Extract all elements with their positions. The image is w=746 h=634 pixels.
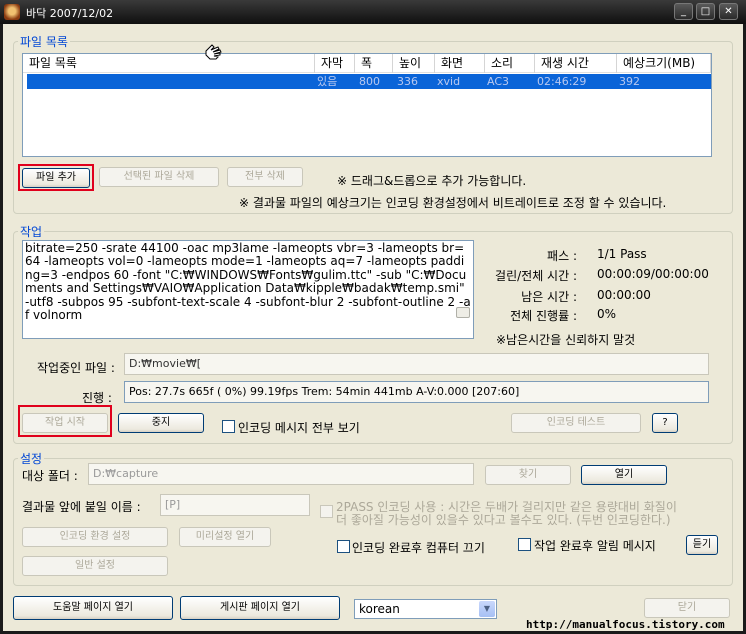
twopass-checkbox[interactable] (320, 505, 333, 518)
language-select[interactable]: korean ▼ (354, 599, 497, 619)
target-folder-field: D:₩capture (88, 463, 474, 485)
find-button[interactable]: 찾기 (485, 465, 571, 485)
elapsed-value: 00:00:09/00:00:00 (597, 267, 709, 281)
help-page-button[interactable]: 도움말 페이지 열기 (13, 596, 173, 620)
pass-value: 1/1 Pass (597, 247, 647, 261)
chevron-down-icon[interactable]: ▼ (479, 601, 495, 617)
delete-all-button[interactable]: 전부 삭제 (227, 167, 303, 187)
board-page-button[interactable]: 게시판 페이지 열기 (180, 596, 340, 620)
notify-checkbox[interactable] (518, 538, 531, 551)
file-list-header: 파일 목록 자막 폭 높이 화면 소리 재생 시간 예상크기(MB) (23, 54, 711, 73)
command-output[interactable]: bitrate=250 -srate 44100 -oac mp3lame -l… (22, 240, 474, 339)
encode-settings-button[interactable]: 인코딩 환경 설정 (22, 527, 168, 547)
minimize-icon[interactable]: _ (674, 3, 693, 20)
column-header-name[interactable]: 파일 목록 (23, 54, 315, 73)
pass-label: 패스 : (547, 249, 577, 263)
remaining-value: 00:00:00 (597, 288, 651, 302)
progress-field: Pos: 27.7s 665f ( 0%) 99.19fps Trem: 54m… (124, 381, 709, 403)
show-all-messages-label: 인코딩 메시지 전부 보기 (238, 421, 360, 435)
close-button[interactable]: 닫기 (644, 598, 730, 618)
column-header-subtitle[interactable]: 자막 (315, 54, 355, 73)
row-width: 800 (359, 75, 380, 88)
language-value: korean (359, 602, 400, 616)
elapsed-label: 걸린/전체 시간 : (495, 269, 577, 283)
file-list-view[interactable]: 파일 목록 자막 폭 높이 화면 소리 재생 시간 예상크기(MB) 있음 80… (22, 53, 712, 157)
work-group-title: 작업 (18, 223, 45, 240)
add-file-button[interactable]: 파일 추가 (22, 168, 90, 188)
footer-url: http://manualfocus.tistory.com (526, 618, 725, 631)
general-settings-button[interactable]: 일반 설정 (22, 556, 168, 576)
shutdown-checkbox[interactable] (337, 540, 350, 553)
shutdown-label: 인코딩 완료후 컴퓨터 끄기 (352, 541, 485, 555)
remaining-note: ※남은시간을 신뢰하지 말것 (496, 333, 636, 347)
progress-label: 진행 : (82, 391, 112, 405)
prefix-label: 결과물 앞에 붙일 이름 : (22, 500, 141, 514)
column-header-audio[interactable]: 소리 (485, 54, 535, 73)
close-icon[interactable]: ✕ (719, 3, 738, 20)
progress-total-value: 0% (597, 307, 617, 321)
target-folder-label: 대상 폴더 : (22, 469, 78, 483)
column-header-video[interactable]: 화면 (435, 54, 485, 73)
app-icon (4, 4, 20, 20)
column-header-height[interactable]: 높이 (393, 54, 435, 73)
column-header-size[interactable]: 예상크기(MB) (617, 54, 711, 73)
maximize-icon[interactable]: □ (696, 3, 715, 20)
help-button[interactable]: ? (652, 413, 678, 433)
open-folder-button[interactable]: 열기 (581, 465, 667, 485)
show-all-messages-checkbox[interactable] (222, 420, 235, 433)
notify-label: 작업 완료후 알림 메시지 (534, 539, 656, 553)
row-video: xvid (437, 75, 461, 88)
title-bar: 바닥 2007/12/02 _ □ ✕ (0, 0, 746, 24)
start-work-button[interactable]: 작업 시작 (22, 413, 108, 433)
encode-test-button[interactable]: 인코딩 테스트 (511, 413, 641, 433)
delete-selected-button[interactable]: 선택된 파일 삭제 (99, 167, 219, 187)
table-row[interactable]: 있음 800 336 xvid AC3 02:46:29 392 (27, 74, 711, 89)
settings-group-title: 설정 (18, 450, 45, 467)
progress-total-label: 전체 진행률 : (510, 309, 577, 323)
row-size: 392 (619, 75, 640, 88)
preset-open-button[interactable]: 미리설정 열기 (179, 527, 271, 547)
file-list-group-title: 파일 목록 (18, 33, 70, 50)
prefix-field: [P] (160, 494, 310, 516)
row-duration: 02:46:29 (537, 75, 587, 88)
twopass-label-line2: 더 좋아질 가능성이 있을수 있다고 볼수도 있다. (두번 인코딩한다.) (336, 513, 671, 527)
stop-button[interactable]: 중지 (118, 413, 204, 433)
row-audio: AC3 (487, 75, 510, 88)
hand-cursor-icon (205, 44, 222, 60)
drag-drop-note: ※ 드래그&드롭으로 추가 가능합니다. (337, 174, 527, 188)
column-header-duration[interactable]: 재생 시간 (535, 54, 617, 73)
current-file-field: D:₩movie₩[ (124, 353, 709, 375)
row-height: 336 (397, 75, 418, 88)
hear-button[interactable]: 듣기 (686, 535, 718, 555)
row-subtitle: 있음 (317, 75, 338, 88)
column-header-width[interactable]: 폭 (355, 54, 393, 73)
window-title: 바닥 2007/12/02 (26, 7, 114, 20)
current-file-label: 작업중인 파일 : (37, 361, 115, 375)
remaining-label: 남은 시간 : (521, 290, 577, 304)
size-note: ※ 결과물 파일의 예상크기는 인코딩 환경설정에서 비트레이트로 조정 할 수… (239, 196, 667, 210)
